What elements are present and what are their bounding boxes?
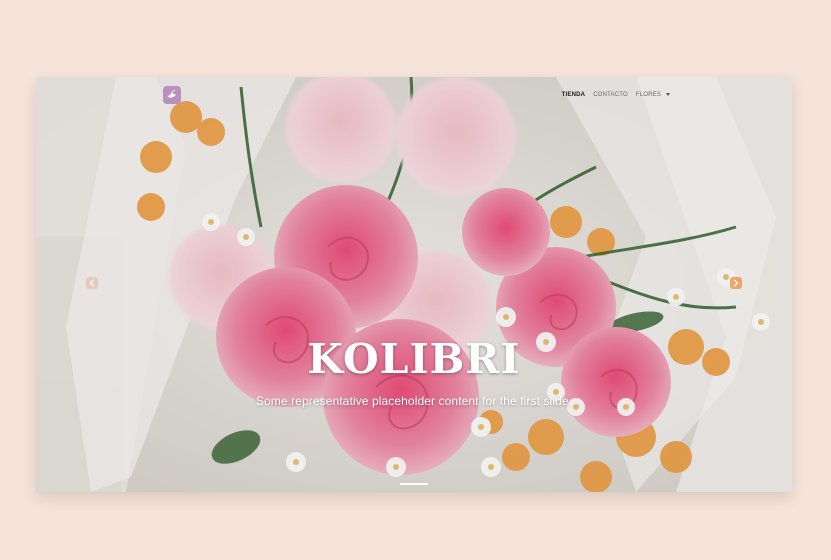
carousel-prev-button[interactable] bbox=[86, 277, 98, 289]
logo-mark bbox=[167, 89, 177, 98]
nav-flores-label: FLORES bbox=[635, 92, 662, 98]
carousel-next-button[interactable] bbox=[730, 277, 742, 289]
top-navbar: TIENDA CONTACTO FLORES bbox=[36, 77, 792, 115]
chevron-right-icon bbox=[733, 279, 739, 287]
nav-flores-dropdown[interactable]: FLORES bbox=[636, 92, 670, 98]
hero-carousel: TIENDA CONTACTO FLORES KOLIBRI Some repr… bbox=[36, 77, 792, 492]
hero-caption: KOLIBRI Some representative placeholder … bbox=[36, 335, 792, 409]
page: TIENDA CONTACTO FLORES KOLIBRI Some repr… bbox=[0, 0, 831, 560]
caret-down-icon bbox=[666, 92, 670, 96]
hero-title: KOLIBRI bbox=[307, 335, 521, 383]
primary-nav: TIENDA CONTACTO FLORES bbox=[562, 92, 670, 98]
hummingbird-logo-icon[interactable] bbox=[163, 86, 181, 104]
flower-bouquet-image bbox=[36, 77, 792, 492]
nav-tienda[interactable]: TIENDA bbox=[562, 92, 586, 98]
hero-subtitle: Some representative placeholder content … bbox=[255, 394, 573, 408]
chevron-left-icon bbox=[89, 279, 95, 287]
nav-contacto[interactable]: CONTACTO bbox=[593, 92, 628, 98]
carousel-indicator-active[interactable] bbox=[400, 483, 428, 485]
